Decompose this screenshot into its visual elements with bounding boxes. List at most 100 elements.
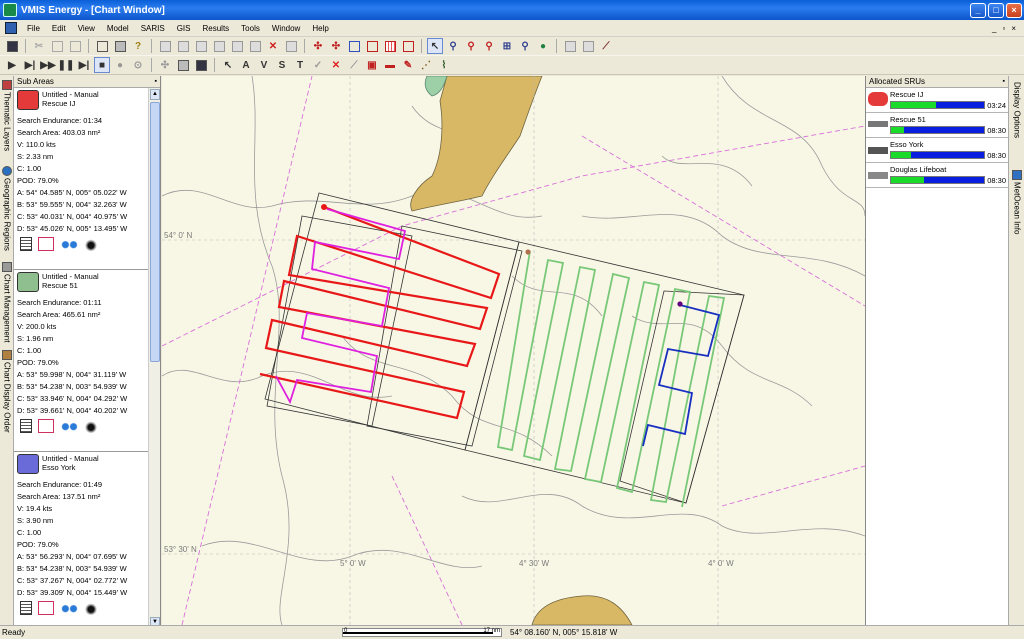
menu-window[interactable]: Window: [266, 24, 306, 33]
pin-icon[interactable]: ▪: [155, 78, 157, 85]
stop-icon[interactable]: ■: [94, 57, 110, 73]
layer-icon[interactable]: [157, 38, 173, 54]
reject-icon[interactable]: ✕: [328, 57, 344, 73]
grid-tool-icon[interactable]: [382, 38, 398, 54]
tab-chart-display-order[interactable]: Chart Display Order: [0, 348, 14, 433]
print-icon[interactable]: [112, 38, 128, 54]
menu-model[interactable]: Model: [101, 24, 135, 33]
area-shape-icon[interactable]: [38, 601, 54, 615]
zoom-out-icon[interactable]: ⚲: [481, 38, 497, 54]
eye-icon[interactable]: [84, 601, 98, 615]
area-shape-icon[interactable]: [38, 419, 54, 433]
layer-icon[interactable]: ✣: [157, 57, 173, 73]
sub-area-entry[interactable]: Untitled - Manual Rescue IJ Search Endur…: [14, 88, 149, 270]
zoom-previous-icon[interactable]: ⚲: [517, 38, 533, 54]
sru-row[interactable]: Douglas Lifeboat 08:30: [866, 163, 1008, 188]
text-t-icon[interactable]: T: [292, 57, 308, 73]
text-a-icon[interactable]: A: [238, 57, 254, 73]
text-s-icon[interactable]: S: [274, 57, 290, 73]
grid-icon[interactable]: [20, 237, 32, 251]
menu-saris[interactable]: SARIS: [135, 24, 171, 33]
datum-tool-icon[interactable]: ✣: [328, 38, 344, 54]
record-icon[interactable]: ●: [112, 57, 128, 73]
menu-tools[interactable]: Tools: [235, 24, 266, 33]
layer-icon[interactable]: [562, 38, 578, 54]
layer-icon[interactable]: [193, 38, 209, 54]
close-button[interactable]: ×: [1006, 2, 1022, 18]
cut-icon[interactable]: ✂: [31, 38, 47, 54]
grid-tool-icon[interactable]: [400, 38, 416, 54]
zoom-in-icon[interactable]: ⚲: [463, 38, 479, 54]
sru-row[interactable]: Rescue IJ 03:24: [866, 88, 1008, 113]
pointer-icon[interactable]: ↖: [220, 57, 236, 73]
text-v-icon[interactable]: V: [256, 57, 272, 73]
loop-icon[interactable]: ⊙: [130, 57, 146, 73]
menu-results[interactable]: Results: [196, 24, 235, 33]
grid-icon[interactable]: [20, 419, 32, 433]
sru-row[interactable]: Rescue 51 08:30: [866, 113, 1008, 138]
tab-metocean-info[interactable]: MetOcean Info: [1010, 168, 1024, 234]
area-tool-icon[interactable]: [346, 38, 362, 54]
tab-chart-management[interactable]: Chart Management: [0, 260, 14, 342]
camera-icon[interactable]: [175, 57, 191, 73]
layer-icon[interactable]: [283, 38, 299, 54]
menu-view[interactable]: View: [72, 24, 101, 33]
pattern-tool-icon[interactable]: [364, 38, 380, 54]
area-shape-icon[interactable]: [38, 237, 54, 251]
menu-help[interactable]: Help: [306, 24, 334, 33]
sub-areas-scrollbar[interactable]: ▲ ▼: [148, 88, 160, 629]
tab-display-options[interactable]: Display Options: [1010, 80, 1024, 138]
menu-gis[interactable]: GIS: [171, 24, 197, 33]
document-icon[interactable]: [5, 22, 17, 34]
globe-icon[interactable]: ●: [535, 38, 551, 54]
sub-area-entry[interactable]: Untitled - Manual Rescue 51 Search Endur…: [14, 270, 149, 452]
skip-end-icon[interactable]: ▶|: [76, 57, 92, 73]
mdi-close-button[interactable]: ×: [1011, 24, 1016, 33]
save-icon[interactable]: [193, 57, 209, 73]
pause-icon[interactable]: ❚❚: [58, 57, 75, 73]
track-pattern-icon[interactable]: ⋰: [418, 57, 434, 73]
layer-icon[interactable]: [211, 38, 227, 54]
track-delete-icon[interactable]: ▬: [382, 57, 398, 73]
mdi-restore-button[interactable]: ▫: [1002, 24, 1005, 33]
binoculars-icon[interactable]: [60, 601, 78, 615]
eye-icon[interactable]: [84, 237, 98, 251]
fast-forward-icon[interactable]: ▶▶: [40, 57, 56, 73]
datum-marker-purple[interactable]: [677, 301, 683, 307]
layer-icon[interactable]: [580, 38, 596, 54]
datum-marker-brown[interactable]: [525, 249, 531, 255]
scroll-thumb[interactable]: [150, 102, 160, 362]
save-icon[interactable]: [4, 38, 20, 54]
track-copy-icon[interactable]: ▣: [364, 57, 380, 73]
minimize-button[interactable]: _: [970, 2, 986, 18]
step-forward-icon[interactable]: ▶|: [22, 57, 38, 73]
layer-icon[interactable]: [175, 38, 191, 54]
sub-area-entry[interactable]: Untitled - Manual Esso York Search Endur…: [14, 452, 149, 629]
pin-icon[interactable]: ▪: [1003, 78, 1005, 85]
copy-icon[interactable]: [49, 38, 65, 54]
chart-map[interactable]: 54° 0' N 53° 30' N 5° 0' W 4° 30' W 4° 0…: [162, 76, 865, 625]
menu-edit[interactable]: Edit: [46, 24, 72, 33]
datum-marker-red[interactable]: [321, 204, 327, 210]
print-preview-icon[interactable]: [94, 38, 110, 54]
accept-icon[interactable]: ✓: [310, 57, 326, 73]
mdi-minimize-button[interactable]: _: [992, 24, 996, 33]
scroll-up-icon[interactable]: ▲: [150, 89, 160, 100]
help-icon[interactable]: ?: [130, 38, 146, 54]
track-edit-icon[interactable]: ✎: [400, 57, 416, 73]
measure-icon[interactable]: ⟋: [598, 38, 614, 54]
delete-layer-icon[interactable]: ✕: [265, 38, 281, 54]
binoculars-icon[interactable]: [60, 237, 78, 251]
drift-tool-icon[interactable]: ✣: [310, 38, 326, 54]
track-tool-icon[interactable]: ⟋: [346, 57, 362, 73]
zoom-icon[interactable]: ⚲: [445, 38, 461, 54]
select-icon[interactable]: ↖: [427, 38, 443, 54]
paste-icon[interactable]: [67, 38, 83, 54]
binoculars-icon[interactable]: [60, 419, 78, 433]
map-canvas[interactable]: 54° 0' N 53° 30' N 5° 0' W 4° 30' W 4° 0…: [162, 76, 865, 625]
layer-icon[interactable]: [247, 38, 263, 54]
tab-geographic-regions[interactable]: Geographic Regions: [0, 164, 14, 251]
play-icon[interactable]: ▶: [4, 57, 20, 73]
layer-icon[interactable]: [229, 38, 245, 54]
menu-file[interactable]: File: [21, 24, 46, 33]
